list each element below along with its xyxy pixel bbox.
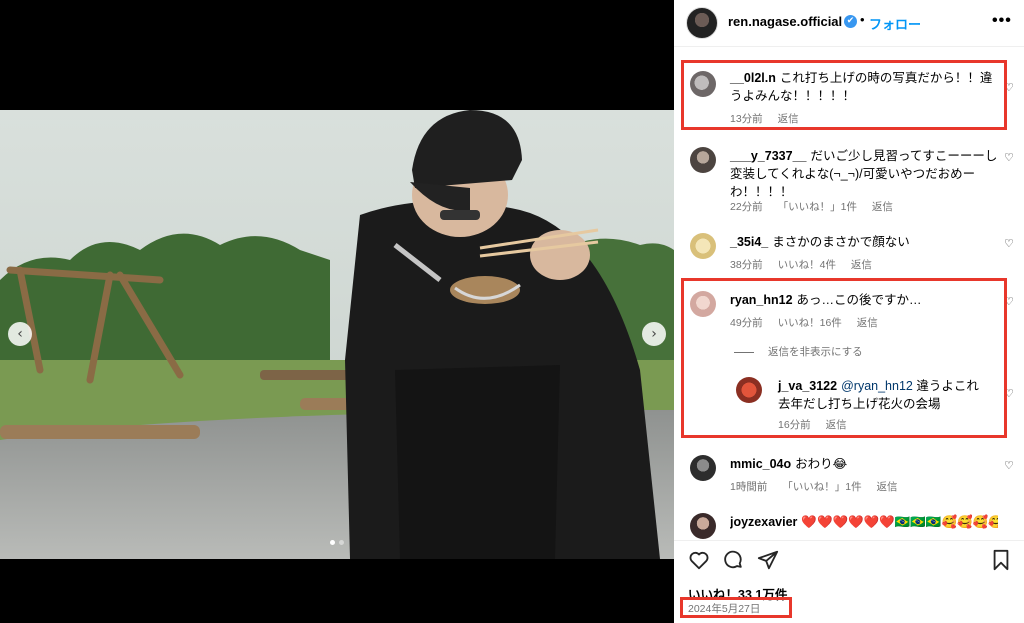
next-photo-button[interactable]: › [642,322,666,346]
highlight-box [681,60,1007,130]
highlight-box [680,597,792,618]
comment-username[interactable]: mmic_04o [730,457,791,471]
author-avatar[interactable] [686,7,718,39]
comment-time: 22分前 [730,201,763,213]
comments-list: __0l2l.n これ打ち上げの時の写真だから！！違うよみんな！！！！！ 13分前… [674,46,1024,540]
comment-username[interactable]: _35i4_ [730,235,768,249]
like-comment-heart-icon[interactable]: ♡ [1004,459,1014,472]
comment-likes[interactable]: 「いいね！」1件 [782,481,861,493]
comment-time: 1時間前 [730,481,768,493]
comment-username[interactable]: joyzexavier [730,515,797,529]
commenter-avatar[interactable] [690,233,716,259]
verified-badge-icon: ✔ [844,15,857,28]
chevron-right-icon: › [651,326,657,342]
comment-bubble-icon[interactable] [722,549,744,571]
highlight-box [681,278,1007,438]
commenter-avatar[interactable] [690,513,716,539]
previous-photo-button[interactable]: ‹ [8,322,32,346]
carousel-dot [330,540,335,545]
reply-button[interactable]: 返信 [877,481,898,493]
reply-button[interactable]: 返信 [851,259,872,271]
separator-dot: • [860,12,865,27]
like-heart-icon[interactable] [688,549,710,571]
post-header: ren.nagase.official ✔ • フォロー ••• [674,0,1024,46]
commenter-avatar[interactable] [690,147,716,173]
post-photo [0,110,674,559]
reply-button[interactable]: 返信 [872,201,893,213]
comment-time: 38分前 [730,259,763,271]
like-comment-heart-icon[interactable]: ♡ [1004,151,1014,164]
comment-likes[interactable]: 「いいね！」1件 [778,201,857,213]
more-options-icon[interactable]: ••• [992,12,1012,30]
post-actions-bar [674,540,1024,578]
like-comment-heart-icon[interactable]: ♡ [1004,237,1014,250]
commenter-avatar[interactable] [690,455,716,481]
share-send-icon[interactable] [757,549,779,571]
comment-text: ❤️❤️❤️❤️❤️❤️🇧🇷🇧🇷🇧🇷🥰🥰🥰🥰🥰 [801,515,998,529]
carousel-dot [339,540,344,545]
carousel-indicator [0,540,674,545]
post-side-panel: ren.nagase.official ✔ • フォロー ••• __0l2l.… [674,0,1024,623]
comment-username[interactable]: ___y_7337__ [730,149,806,163]
author-username[interactable]: ren.nagase.official [728,14,842,29]
follow-button[interactable]: フォロー [869,14,921,33]
media-pane: ‹ › [0,0,674,623]
chevron-left-icon: ‹ [17,326,23,342]
comment-text: まさかのまさかで顔ない [772,235,910,249]
comment-text: おわり😂 [795,457,848,471]
comment-likes[interactable]: いいね！4件 [778,259,836,271]
save-bookmark-icon[interactable] [990,549,1012,571]
